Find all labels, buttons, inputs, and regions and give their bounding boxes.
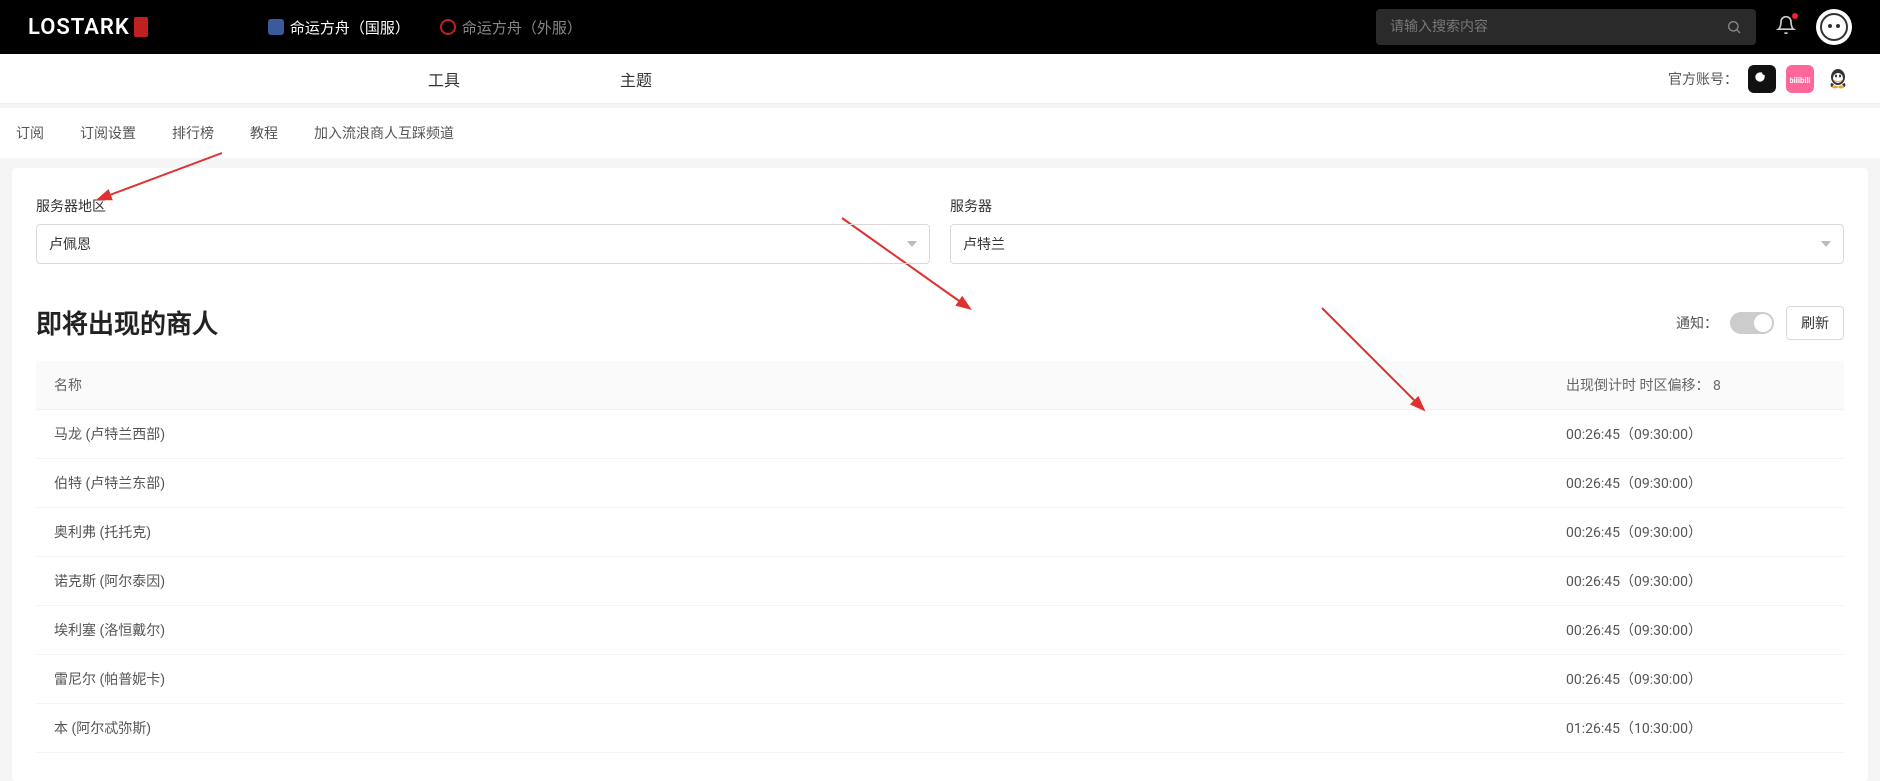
merchant-name: 雷尼尔 (帕普妮卡): [54, 669, 1566, 689]
navbar: 工具 主题 官方账号： bilibili: [0, 54, 1880, 104]
notification-toggle[interactable]: [1730, 312, 1774, 334]
bilibili-icon[interactable]: bilibili: [1786, 65, 1814, 93]
section-controls: 通知： 刷新: [1676, 306, 1844, 340]
region-tabs: 命运方舟（国服） 命运方舟（外服）: [268, 17, 582, 38]
merchant-name: 马龙 (卢特兰西部): [54, 424, 1566, 444]
tab-global-label: 命运方舟（外服）: [462, 17, 582, 38]
refresh-button[interactable]: 刷新: [1786, 306, 1844, 340]
merchant-name: 伯特 (卢特兰东部): [54, 473, 1566, 493]
subnav-ranking[interactable]: 排行榜: [172, 123, 214, 143]
svg-text:bilibili: bilibili: [1790, 76, 1810, 85]
subnav-channel[interactable]: 加入流浪商人互踩频道: [314, 123, 454, 143]
server-label: 服务器: [950, 196, 1844, 216]
nav-center: 工具 主题: [428, 67, 652, 91]
merchant-name: 诺克斯 (阿尔泰因): [54, 571, 1566, 591]
section-header: 即将出现的商人 通知： 刷新: [36, 304, 1844, 341]
subnav-subscribe[interactable]: 订阅: [16, 123, 44, 143]
merchant-timer: 01:26:45（10:30:00）: [1566, 718, 1826, 738]
qq-icon[interactable]: [1824, 65, 1852, 93]
filter-row: 服务器地区 卢佩恩 服务器 卢特兰: [36, 196, 1844, 264]
notif-label: 通知：: [1676, 313, 1718, 333]
logo-text: LOSTARK: [28, 15, 130, 40]
table-body: 马龙 (卢特兰西部)00:26:45（09:30:00）伯特 (卢特兰东部)00…: [36, 410, 1844, 753]
server-select[interactable]: 卢特兰: [950, 224, 1844, 264]
logo-badge-icon: [134, 17, 148, 37]
official-label: 官方账号：: [1668, 69, 1738, 89]
nav-tools[interactable]: 工具: [428, 67, 460, 91]
nav-themes[interactable]: 主题: [620, 67, 652, 91]
merchant-timer: 00:26:45（09:30:00）: [1566, 669, 1826, 689]
subnav-tutorial[interactable]: 教程: [250, 123, 278, 143]
subnav: 订阅 订阅设置 排行榜 教程 加入流浪商人互踩频道: [0, 108, 1880, 158]
section-title: 即将出现的商人: [36, 304, 218, 341]
table-row[interactable]: 伯特 (卢特兰东部)00:26:45（09:30:00）: [36, 459, 1844, 508]
merchant-timer: 00:26:45（09:30:00）: [1566, 571, 1826, 591]
region-select[interactable]: 卢佩恩: [36, 224, 930, 264]
merchant-timer: 00:26:45（09:30:00）: [1566, 473, 1826, 493]
col-name-header: 名称: [54, 375, 1566, 395]
table-row[interactable]: 本 (阿尔忒弥斯)01:26:45（10:30:00）: [36, 704, 1844, 753]
book-icon: [268, 19, 284, 35]
tab-cn[interactable]: 命运方舟（国服）: [268, 17, 410, 38]
filter-server: 服务器 卢特兰: [950, 196, 1844, 264]
tab-cn-label: 命运方舟（国服）: [290, 17, 410, 38]
merchant-timer: 00:26:45（09:30:00）: [1566, 620, 1826, 640]
merchant-name: 奥利弗 (托托克): [54, 522, 1566, 542]
topbar: LOSTARK 命运方舟（国服） 命运方舟（外服）: [0, 0, 1880, 54]
merchant-timer: 00:26:45（09:30:00）: [1566, 424, 1826, 444]
server-value: 卢特兰: [963, 234, 1005, 254]
notification-dot-icon: [1792, 13, 1798, 19]
table-row[interactable]: 奥利弗 (托托克)00:26:45（09:30:00）: [36, 508, 1844, 557]
merchant-timer: 00:26:45（09:30:00）: [1566, 522, 1826, 542]
search-icon[interactable]: [1726, 19, 1742, 35]
avatar-face-icon: [1820, 13, 1848, 41]
table-header: 名称 出现倒计时 时区偏移： 8: [36, 361, 1844, 410]
table-row[interactable]: 马龙 (卢特兰西部)00:26:45（09:30:00）: [36, 410, 1844, 459]
avatar[interactable]: [1816, 9, 1852, 45]
notifications-button[interactable]: [1776, 15, 1796, 39]
filter-region: 服务器地区 卢佩恩: [36, 196, 930, 264]
table-row[interactable]: 雷尼尔 (帕普妮卡)00:26:45（09:30:00）: [36, 655, 1844, 704]
search-input[interactable]: [1390, 19, 1726, 35]
merchant-name: 本 (阿尔忒弥斯): [54, 718, 1566, 738]
content: 服务器地区 卢佩恩 服务器 卢特兰 即将出现的商人 通知： 刷新 名称 出现倒计…: [12, 168, 1868, 781]
region-label: 服务器地区: [36, 196, 930, 216]
search-box[interactable]: [1376, 9, 1756, 45]
topbar-right: [1376, 9, 1852, 45]
table-row[interactable]: 诺克斯 (阿尔泰因)00:26:45（09:30:00）: [36, 557, 1844, 606]
douyin-icon[interactable]: [1748, 65, 1776, 93]
nav-right: 官方账号： bilibili: [1668, 65, 1852, 93]
circle-icon: [440, 19, 456, 35]
subnav-settings[interactable]: 订阅设置: [80, 123, 136, 143]
logo[interactable]: LOSTARK: [28, 15, 148, 40]
region-value: 卢佩恩: [49, 234, 91, 254]
col-timer-header: 出现倒计时 时区偏移： 8: [1566, 375, 1826, 395]
table-row[interactable]: 埃利塞 (洛恒戴尔)00:26:45（09:30:00）: [36, 606, 1844, 655]
merchant-table: 名称 出现倒计时 时区偏移： 8 马龙 (卢特兰西部)00:26:45（09:3…: [36, 361, 1844, 753]
tab-global[interactable]: 命运方舟（外服）: [440, 17, 582, 38]
merchant-name: 埃利塞 (洛恒戴尔): [54, 620, 1566, 640]
